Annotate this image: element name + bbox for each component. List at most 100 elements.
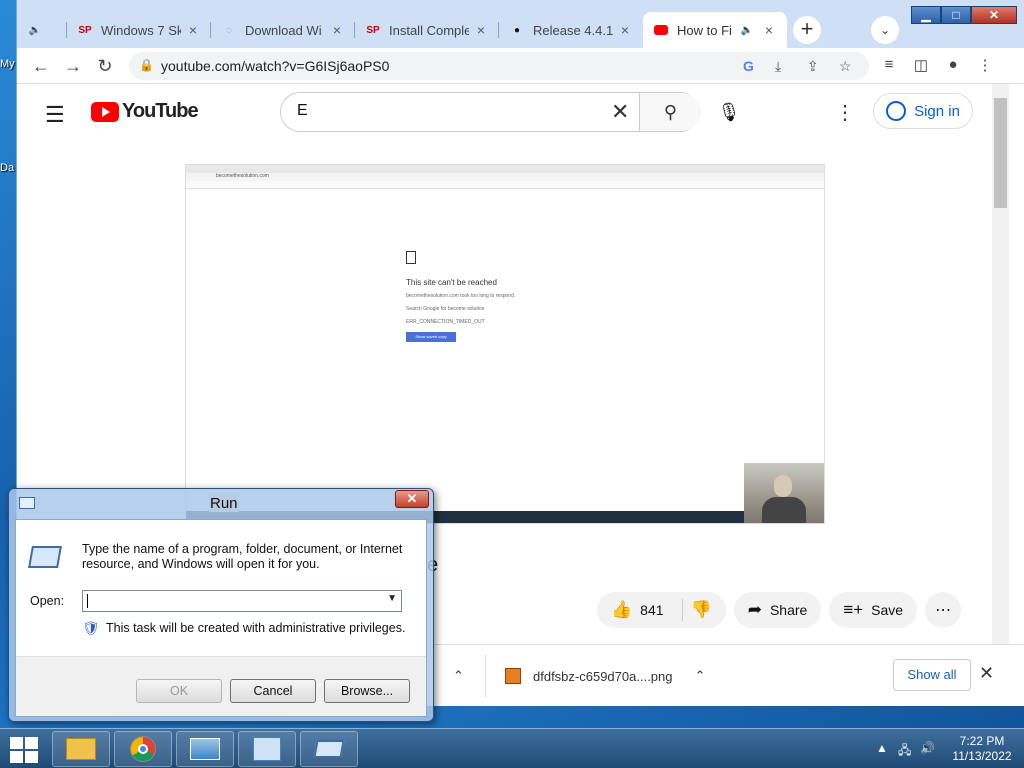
window-controls: ▁ □ ✕ bbox=[911, 6, 1017, 24]
sp-icon: SP bbox=[78, 24, 92, 36]
profile-icon[interactable]: ● bbox=[943, 56, 963, 73]
thumbs-up-icon: 👍 bbox=[611, 600, 633, 619]
download-chevron[interactable]: ⌃ bbox=[453, 645, 464, 707]
windows-logo-icon bbox=[10, 737, 23, 749]
video-actions: 👍 841 👎 ➦ Share ≡+ Save ⋯ bbox=[597, 592, 962, 628]
taskbar-photo-viewer[interactable] bbox=[176, 731, 234, 767]
video-error-line: Search Google for become solution bbox=[406, 306, 485, 312]
run-close-button[interactable]: ✕ bbox=[395, 490, 429, 508]
taskbar-chrome[interactable] bbox=[114, 731, 172, 767]
tab-download[interactable]: ◌ Download Wi × bbox=[211, 12, 355, 48]
chrome-menu-icon[interactable]: ⋮ bbox=[975, 56, 995, 74]
google-lens-icon[interactable]: G bbox=[743, 58, 754, 74]
tab-title: Install Comple bbox=[389, 22, 469, 38]
clock-date: 11/13/2022 bbox=[952, 749, 1012, 763]
install-icon[interactable]: ⤓ bbox=[775, 58, 781, 75]
youtube-logo[interactable]: YouTube bbox=[91, 100, 199, 123]
close-tab-icon[interactable]: × bbox=[473, 22, 489, 38]
tab-strip: 🔈 SP Windows 7 Sk × ◌ Download Wi × SP I… bbox=[17, 0, 1024, 48]
video-player[interactable]: becomethesolution.com This site can't be… bbox=[185, 164, 825, 524]
browse-button[interactable]: Browse... bbox=[324, 679, 410, 703]
hamburger-menu-icon[interactable]: ☰ bbox=[45, 102, 65, 128]
tab-release[interactable]: ● Release 4.4.17 × bbox=[499, 12, 643, 48]
sign-in-button[interactable]: Sign in bbox=[873, 93, 973, 129]
download-filename: dfdfsbz-c659d70a....png bbox=[533, 668, 673, 684]
share-button[interactable]: ➦ Share bbox=[733, 592, 822, 628]
show-all-downloads-button[interactable]: Show all bbox=[893, 659, 971, 691]
video-browser-url: becomethesolution.com bbox=[186, 173, 824, 181]
maximize-button[interactable]: □ bbox=[941, 6, 971, 24]
more-actions-button[interactable]: ⋯ bbox=[925, 592, 962, 628]
more-options-icon[interactable]: ⋮ bbox=[835, 100, 855, 125]
run-dialog: Run ✕ Type the name of a program, folder… bbox=[8, 488, 434, 722]
like-button[interactable]: 👍 841 👎 bbox=[597, 592, 726, 628]
desktop-label: Da bbox=[0, 162, 15, 174]
search-input[interactable] bbox=[297, 102, 597, 120]
clear-search-icon[interactable]: ✕ bbox=[611, 99, 629, 125]
run-app-icon bbox=[19, 497, 35, 509]
run-titlebar[interactable]: Run ✕ bbox=[9, 489, 433, 519]
scrollbar-thumb[interactable] bbox=[994, 98, 1007, 208]
clock-time: 7:22 PM bbox=[959, 734, 1005, 748]
taskbar-control-panel[interactable] bbox=[238, 731, 296, 767]
video-error-button: Show saved copy bbox=[406, 332, 456, 342]
volume-icon[interactable]: 🔊 bbox=[920, 741, 935, 755]
close-window-button[interactable]: ✕ bbox=[971, 6, 1017, 24]
tray-overflow-icon[interactable]: ▲ bbox=[876, 741, 888, 755]
side-panel-icon[interactable]: ◫ bbox=[911, 56, 931, 74]
youtube-icon bbox=[653, 22, 669, 38]
open-label: Open: bbox=[30, 594, 65, 608]
close-tab-icon[interactable]: × bbox=[617, 22, 633, 38]
page-scrollbar[interactable] bbox=[992, 84, 1009, 644]
thumbs-down-icon[interactable]: 👎 bbox=[691, 600, 712, 620]
close-tab-icon[interactable]: × bbox=[761, 22, 777, 38]
close-downloads-icon[interactable]: ✕ bbox=[979, 663, 994, 684]
tab-title: Release 4.4.17 bbox=[533, 22, 613, 38]
open-combobox[interactable]: ▼ bbox=[82, 590, 402, 612]
add-playlist-icon: ≡+ bbox=[843, 600, 864, 619]
taskbar-run[interactable] bbox=[300, 731, 358, 767]
like-count: 841 bbox=[640, 602, 664, 618]
save-button[interactable]: ≡+ Save bbox=[829, 592, 918, 628]
tab-search-button[interactable]: ⌄ bbox=[871, 16, 899, 44]
address-bar[interactable]: 🔒 youtube.com/watch?v=G6ISj6aoPS0 G ⤓ ⇪ … bbox=[129, 52, 869, 80]
tab-windows7[interactable]: SP Windows 7 Sk × bbox=[67, 12, 211, 48]
youtube-wordmark: YouTube bbox=[122, 100, 199, 122]
more-horizontal-icon: ⋯ bbox=[935, 602, 952, 619]
search-button[interactable]: ⚲ bbox=[639, 93, 701, 131]
media-controls-icon[interactable]: ≡ bbox=[879, 56, 899, 73]
video-error-code: ERR_CONNECTION_TIMED_OUT bbox=[406, 319, 485, 325]
tab-youtube-active[interactable]: How to Fi 🔈 × bbox=[643, 12, 787, 48]
dropdown-arrow-icon[interactable]: ▼ bbox=[387, 593, 397, 604]
start-button[interactable] bbox=[8, 735, 38, 763]
forward-button[interactable]: → bbox=[61, 54, 85, 78]
close-tab-icon[interactable]: × bbox=[329, 22, 345, 38]
tab-title: Windows 7 Sk bbox=[101, 22, 181, 38]
new-tab-button[interactable]: + bbox=[793, 16, 821, 44]
tab-install[interactable]: SP Install Comple × bbox=[355, 12, 499, 48]
reload-button[interactable]: ↻ bbox=[93, 54, 117, 78]
cancel-button[interactable]: Cancel bbox=[230, 679, 316, 703]
lock-icon: 🔒 bbox=[139, 58, 154, 72]
taskbar-clock[interactable]: 7:22 PM 11/13/2022 bbox=[944, 734, 1020, 764]
close-tab-icon[interactable]: × bbox=[185, 22, 201, 38]
save-label: Save bbox=[871, 602, 904, 618]
taskbar-explorer[interactable] bbox=[52, 731, 110, 767]
admin-note: This task will be created with administr… bbox=[106, 621, 406, 635]
download-item[interactable]: dfdfsbz-c659d70a....png ⌃ bbox=[505, 645, 715, 707]
back-button[interactable]: ← bbox=[29, 54, 53, 78]
run-client-area: Type the name of a program, folder, docu… bbox=[15, 519, 427, 717]
chevron-up-icon[interactable]: ⌃ bbox=[695, 668, 706, 684]
github-icon: ● bbox=[513, 24, 521, 36]
tab-audio[interactable]: 🔈 bbox=[17, 12, 67, 48]
minimize-button[interactable]: ▁ bbox=[911, 6, 941, 24]
taskbar: ▲ 🖧 🔊 7:22 PM 11/13/2022 bbox=[0, 728, 1024, 768]
text-caret bbox=[87, 594, 88, 608]
network-icon[interactable]: 🖧 bbox=[898, 741, 911, 762]
share-label: Share bbox=[769, 602, 808, 618]
voice-search-mic-icon[interactable]: 🎙 bbox=[713, 96, 745, 128]
ok-button[interactable]: OK bbox=[136, 679, 222, 703]
bookmark-star-icon[interactable]: ☆ bbox=[839, 58, 852, 75]
chrome-icon bbox=[130, 736, 156, 762]
share-page-icon[interactable]: ⇪ bbox=[807, 58, 819, 75]
